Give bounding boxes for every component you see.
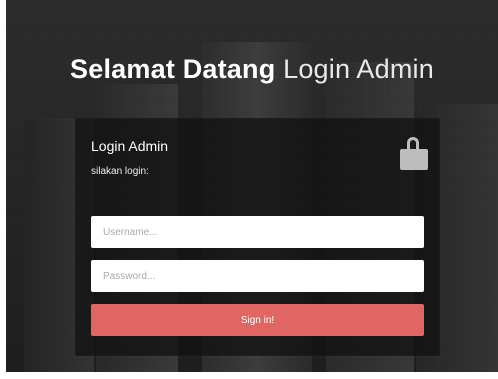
lock-icon-body <box>400 149 428 170</box>
username-input[interactable] <box>91 216 424 248</box>
page-title-light: Login Admin <box>283 54 434 84</box>
password-input[interactable] <box>91 260 424 292</box>
sign-in-button[interactable]: Sign in! <box>91 304 424 336</box>
login-panel-subtitle: silakan login: <box>91 166 149 177</box>
page-title: Selamat Datang Login Admin <box>6 54 498 84</box>
page-title-strong: Selamat Datang <box>70 54 276 84</box>
login-page-background: Selamat Datang Login Admin Login Admin s… <box>6 0 498 372</box>
lock-icon <box>400 137 428 170</box>
login-panel: Login Admin silakan login: Sign in! <box>75 118 440 356</box>
login-panel-title: Login Admin <box>91 138 169 154</box>
